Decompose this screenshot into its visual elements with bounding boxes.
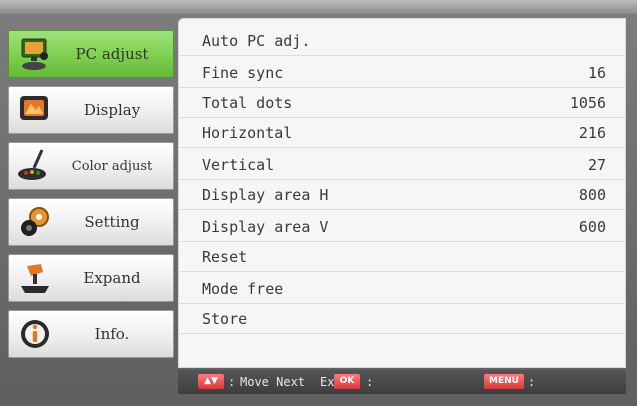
colon-sep: : <box>528 375 536 389</box>
sidebar-item-label: Expand <box>83 269 141 287</box>
menu-row-fine-sync[interactable]: Fine sync 16 <box>178 58 626 88</box>
sidebar-menu: PC adjust Display Color adjust Setting E… <box>8 30 176 360</box>
colon-sep: : <box>366 375 374 389</box>
sidebar-item-label: Display <box>83 101 141 119</box>
menu-row-label: Vertical <box>202 156 275 174</box>
menu-row-display-area-h[interactable]: Display area H 800 <box>178 180 626 210</box>
menu-row-label: Display area H <box>202 186 329 204</box>
sidebar-item-color-adjust[interactable]: Color adjust <box>8 142 174 190</box>
gears-icon <box>15 202 55 242</box>
menu-row-value: 800 <box>578 186 606 204</box>
menu-row-label: Fine sync <box>202 64 284 82</box>
sidebar-item-label: PC adjust <box>75 45 149 63</box>
menu-row-label: Total dots <box>202 94 293 112</box>
info-icon <box>15 314 55 354</box>
help-bar: ▲▼ : Move Next Exit OK : MENU : <box>178 370 626 394</box>
menu-row-label: Reset <box>202 248 248 266</box>
sidebar-item-label: Info. <box>94 325 130 343</box>
menu-row-store[interactable]: Store <box>178 304 626 334</box>
menu-row-reset[interactable]: Reset <box>178 242 626 272</box>
menu-row-vertical[interactable]: Vertical 27 <box>178 150 626 180</box>
sidebar-item-info[interactable]: Info. <box>8 310 174 358</box>
top-bezel <box>0 0 637 14</box>
menu-row-auto-pc-adj[interactable]: Auto PC adj. <box>178 26 626 56</box>
monitor-person-icon <box>15 34 55 74</box>
display-icon <box>15 90 55 130</box>
sidebar-item-display[interactable]: Display <box>8 86 174 134</box>
brush-icon <box>15 146 55 186</box>
move-next-label: Move Next <box>240 375 306 389</box>
sidebar-item-label: Setting <box>84 213 140 231</box>
menu-row-total-dots[interactable]: Total dots 1056 <box>178 88 626 118</box>
menu-row-horizontal[interactable]: Horizontal 216 <box>178 118 626 148</box>
menu-row-label: Store <box>202 310 248 328</box>
sidebar-item-setting[interactable]: Setting <box>8 198 174 246</box>
osd-screen: PC adjust Display Color adjust Setting E… <box>0 0 637 406</box>
joystick-icon <box>15 258 55 298</box>
menu-row-value: 600 <box>578 218 606 236</box>
pc-adjust-panel: Auto PC adj. Fine sync 16 Total dots 105… <box>178 18 626 368</box>
menu-row-label: Display area V <box>202 218 329 236</box>
menu-row-display-area-v[interactable]: Display area V 600 <box>178 212 626 242</box>
sidebar-item-expand[interactable]: Expand <box>8 254 174 302</box>
menu-row-mode-free[interactable]: Mode free <box>178 274 626 304</box>
sidebar-item-label: Color adjust <box>71 158 153 174</box>
menu-row-label: Mode free <box>202 280 284 298</box>
menu-row-value: 216 <box>578 124 606 142</box>
sidebar-item-pc-adjust[interactable]: PC adjust <box>8 30 174 78</box>
menu-key-icon: MENU <box>484 374 524 389</box>
colon-sep: : <box>228 375 236 389</box>
menu-row-value: 16 <box>587 64 606 82</box>
menu-row-label: Horizontal <box>202 124 293 142</box>
ok-key-icon: OK <box>334 374 360 389</box>
menu-row-value: 27 <box>587 156 606 174</box>
move-key-icon: ▲▼ <box>198 374 224 389</box>
menu-row-value: 1056 <box>569 94 606 112</box>
menu-row-label: Auto PC adj. <box>202 32 311 50</box>
